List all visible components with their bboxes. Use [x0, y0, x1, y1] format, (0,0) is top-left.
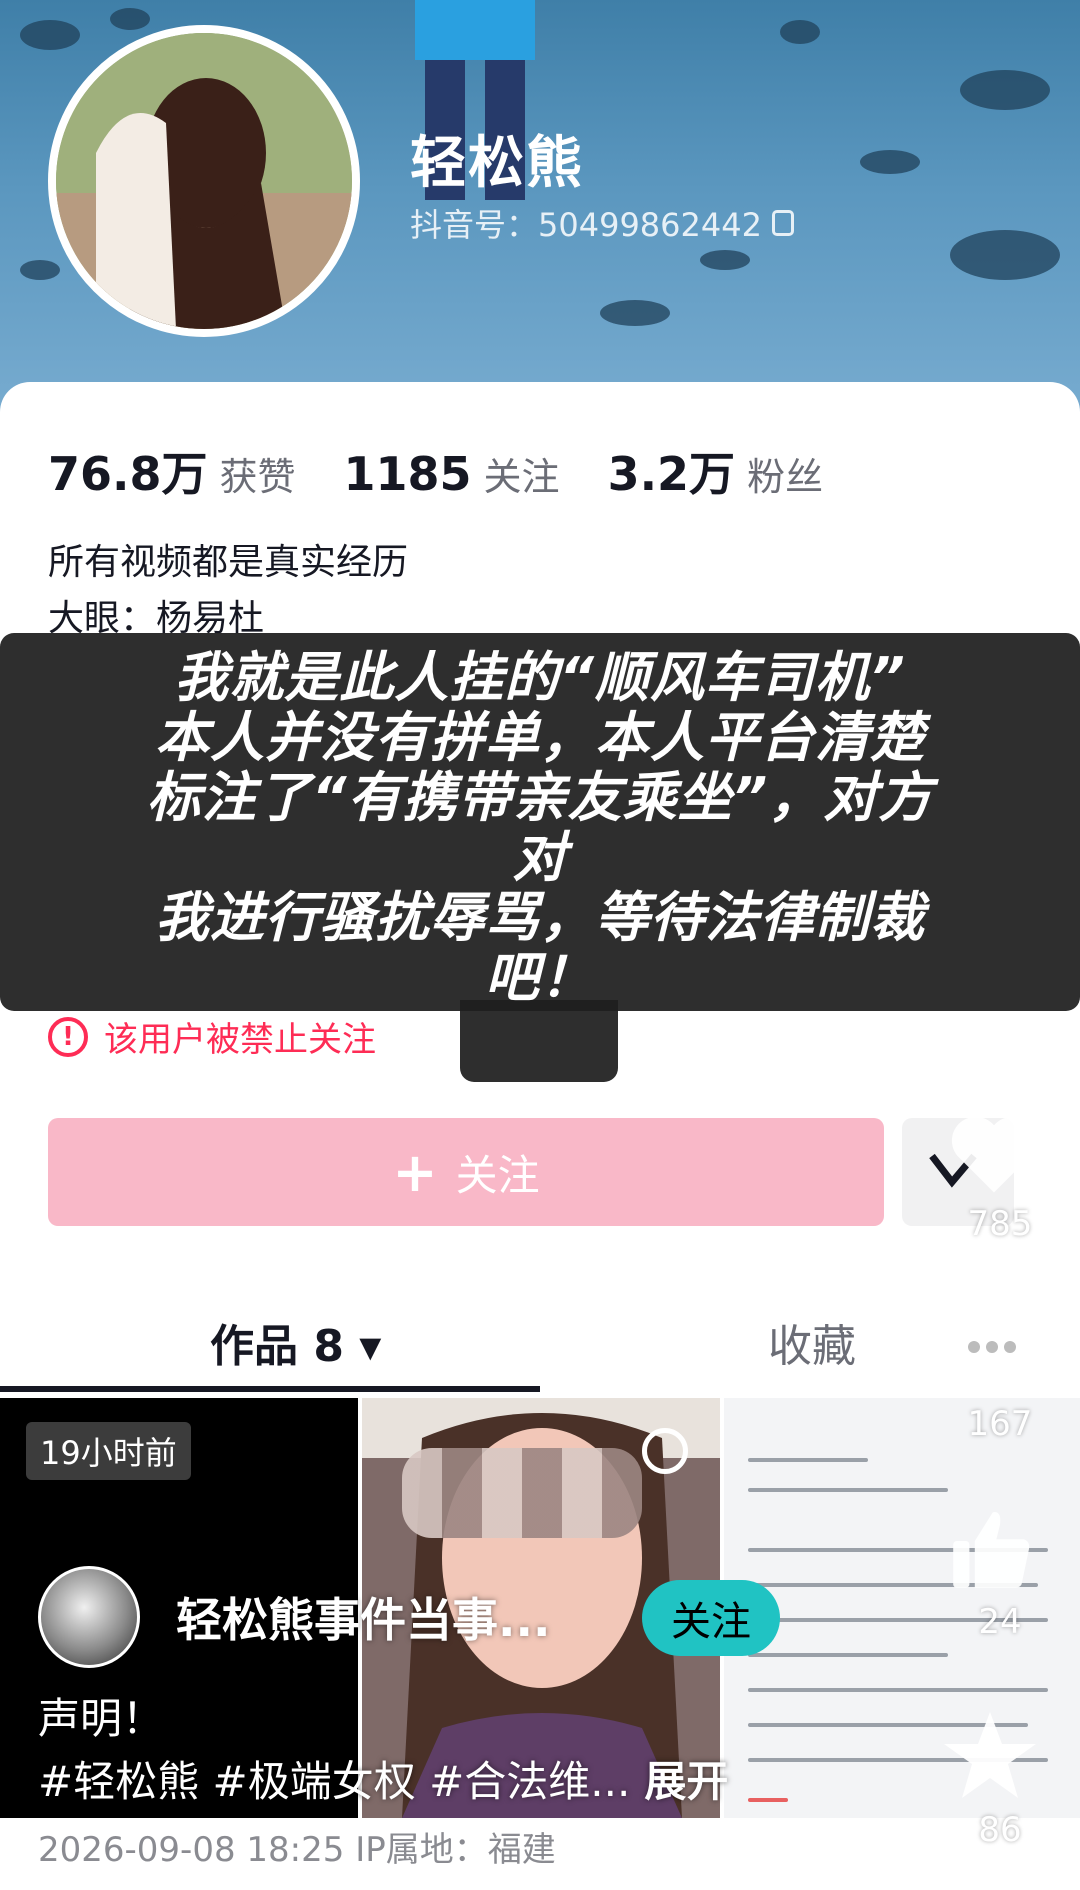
tab-works[interactable]: 作品 8 ▾	[210, 1310, 381, 1374]
time-badge: 19小时前	[26, 1422, 191, 1480]
favorite-count: 86	[940, 1804, 1060, 1850]
tab-indicator	[0, 1386, 540, 1392]
profile-name: 轻松熊	[410, 131, 584, 196]
bio-line: 所有视频都是真实经历	[48, 542, 409, 583]
tab-works-label: 作品 8	[210, 1321, 344, 1372]
heart-icon[interactable]	[946, 1108, 1042, 1204]
author-avatar[interactable]	[38, 1566, 140, 1668]
stat-following[interactable]: 1185 关注	[344, 446, 560, 501]
video-description: 声明！	[38, 1694, 165, 1743]
author-name[interactable]: 轻松熊事件当事...	[176, 1584, 550, 1650]
comment-icon[interactable]	[944, 1306, 1040, 1390]
tab-favorites[interactable]: 收藏	[768, 1310, 856, 1374]
stat-label: 获赞	[219, 455, 296, 499]
profile-avatar[interactable]	[48, 25, 360, 337]
author-follow-button[interactable]: 关注	[642, 1580, 780, 1656]
douyin-id-text: 抖音号：50499862442	[410, 206, 762, 244]
banned-notice-text: 该用户被禁止关注	[104, 1020, 376, 1060]
stat-followers[interactable]: 3.2万 粉丝	[608, 438, 824, 504]
caption-overlay-tail	[460, 1000, 618, 1082]
like-count-text: 785	[967, 1204, 1033, 1244]
star-icon[interactable]	[940, 1706, 1040, 1806]
video-hashtags: #轻松熊 #极端女权 #合法维... 展开	[38, 1748, 728, 1809]
stat-label: 粉丝	[747, 455, 824, 499]
profile-stats: 76.8万 获赞 1185 关注 3.2万 粉丝	[48, 438, 871, 504]
stat-value: 1185	[343, 447, 472, 501]
avatar-image	[56, 33, 352, 329]
banned-notice: ! 该用户被禁止关注	[48, 1012, 376, 1061]
profile-bio: 所有视频都是真实经历 大眼：杨易杜	[48, 535, 408, 647]
follow-button[interactable]: + 关注	[48, 1118, 884, 1226]
hashtag-text[interactable]: #轻松熊 #极端女权 #合法维...	[38, 1757, 630, 1806]
stat-value: 76.8万	[48, 447, 208, 501]
caret-down-icon: ▾	[359, 1321, 382, 1372]
stat-label: 关注	[483, 455, 560, 499]
warning-icon: !	[48, 1016, 88, 1057]
plus-icon: +	[392, 1140, 438, 1204]
favorite-count-text: 86	[978, 1810, 1022, 1850]
copy-icon[interactable]	[771, 210, 794, 236]
douyin-id[interactable]: 抖音号：50499862442	[410, 200, 794, 246]
stat-likes[interactable]: 76.8万 获赞	[48, 438, 296, 504]
like-count: 785	[940, 1198, 1060, 1244]
stat-value: 3.2万	[607, 447, 736, 501]
thumbs-count-text: 24	[978, 1602, 1022, 1642]
comment-count: 167	[940, 1398, 1060, 1444]
expand-link[interactable]: 展开	[644, 1757, 728, 1806]
face-blur	[402, 1448, 642, 1538]
thumbs-count: 24	[940, 1596, 1060, 1642]
profile-tabs: 作品 8 ▾ 收藏	[0, 1290, 1080, 1392]
video-author[interactable]: 轻松熊事件当事...	[38, 1566, 550, 1668]
comment-count-text: 167	[967, 1404, 1033, 1444]
video-meta: 2026-09-08 18:25 IP属地：福建	[38, 1830, 556, 1870]
caption-text: 我就是此人挂的“顺风车司机” 本人并没有拼单，本人平台清楚 标注了“有携带亲友乘…	[146, 646, 934, 1009]
live-photo-icon	[642, 1428, 688, 1474]
thumbs-up-icon[interactable]	[946, 1505, 1036, 1595]
follow-button-label: 关注	[455, 1150, 540, 1200]
